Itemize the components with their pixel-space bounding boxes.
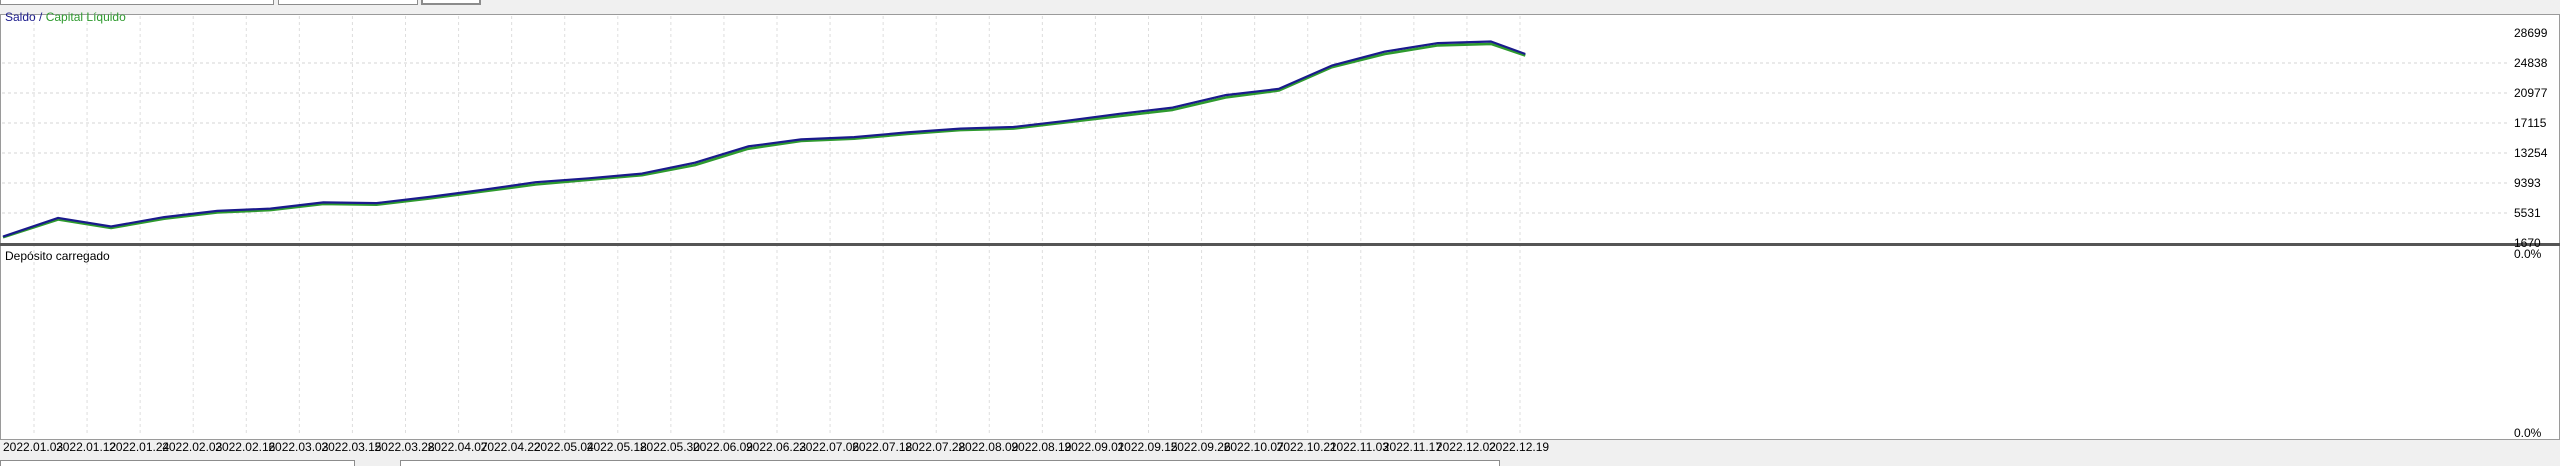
x-tick-label: 2022.07.28 (905, 440, 965, 454)
x-tick-label: 2022.11.03 (1330, 440, 1389, 454)
x-tick-label: 2022.07.06 (799, 440, 859, 454)
x-tick-label: 2022.01.12 (56, 440, 116, 454)
x-tick-label: 2022.05.04 (534, 440, 594, 454)
x-tick-label: 2022.09.15 (1118, 440, 1178, 454)
x-tick-label: 2022.01.03 (3, 440, 63, 454)
x-tick-label: 2022.01.24 (109, 440, 169, 454)
x-tick-label: 2022.09.26 (1171, 440, 1231, 454)
series-saldo-line (2, 40, 1526, 238)
x-tick-label: 2022.10.21 (1277, 440, 1337, 454)
y-tick-label: 9393 (2514, 176, 2541, 190)
x-tick-label: 2022.12.02 (1436, 440, 1496, 454)
x-tick-label: 2022.04.22 (481, 440, 541, 454)
y-tick-label: 20977 (2514, 86, 2548, 100)
x-tick-label: 2022.03.28 (375, 440, 435, 454)
y-tick-label: 28699 (2514, 26, 2548, 40)
deposit-panel-label: Depósito carregado (5, 249, 110, 263)
legend: Saldo / Capital Líquido (5, 10, 126, 24)
y-tick-label: 13254 (2514, 146, 2548, 160)
deposit-y-tick-bottom: 0.0% (2514, 426, 2542, 440)
x-tick-label: 2022.02.16 (215, 440, 275, 454)
y-tick-label: 5531 (2514, 206, 2541, 220)
x-tick-label: 2022.07.18 (852, 440, 912, 454)
x-tick-label: 2022.06.09 (693, 440, 753, 454)
grid-lines (2, 16, 2508, 436)
x-tick-label: 2022.03.03 (268, 440, 328, 454)
legend-separator: / (36, 10, 46, 24)
y-tick-label: 17115 (2514, 116, 2547, 130)
x-axis-labels: 2022.01.032022.01.122022.01.242022.02.03… (3, 440, 1549, 454)
x-tick-label: 2022.08.19 (1011, 440, 1071, 454)
legend-capital-liquido: Capital Líquido (46, 10, 126, 24)
equity-chart: Saldo / Capital Líquido 28699 24838 20977 1… (0, 10, 2560, 454)
x-tick-label: 2022.05.18 (587, 440, 647, 454)
legend-saldo: Saldo (5, 10, 36, 24)
y-axis-labels: 2869924838209771711513254939355311670 (2514, 26, 2548, 250)
series-capital-liquido-line (2, 42, 1526, 239)
x-tick-label: 2022.02.03 (162, 440, 222, 454)
x-tick-label: 2022.09.01 (1064, 440, 1124, 454)
x-tick-label: 2022.05.30 (640, 440, 700, 454)
y-tick-label: 24838 (2514, 56, 2548, 70)
x-tick-label: 2022.04.07 (428, 440, 488, 454)
x-tick-label: 2022.06.23 (746, 440, 806, 454)
series-lines (2, 40, 1526, 239)
x-tick-label: 2022.12.19 (1489, 440, 1549, 454)
x-tick-label: 2022.03.15 (321, 440, 381, 454)
x-tick-label: 2022.08.09 (958, 440, 1018, 454)
x-tick-label: 2022.10.07 (1224, 440, 1284, 454)
deposit-y-tick-top: 0.0% (2514, 247, 2542, 261)
x-tick-label: 2022.11.17 (1383, 440, 1442, 454)
